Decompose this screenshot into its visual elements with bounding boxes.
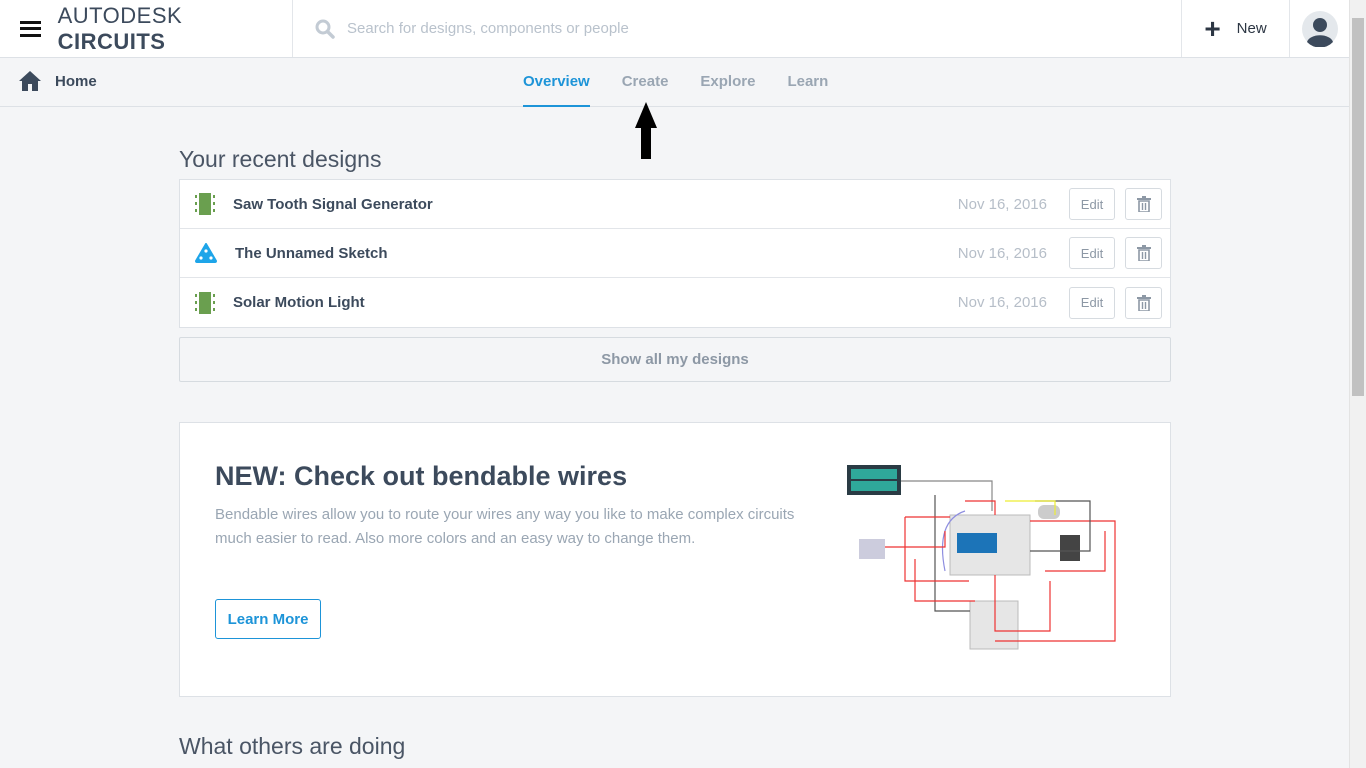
trash-icon [1136,245,1151,261]
trash-icon [1136,196,1151,212]
promo-card: NEW: Check out bendable wires Bendable w… [179,422,1171,697]
others-title: What others are doing [179,733,406,759]
delete-button[interactable] [1125,286,1162,319]
tab-explore[interactable]: Explore [700,58,755,107]
home-link[interactable]: Home [18,70,97,92]
edit-button[interactable]: Edit [1069,188,1115,220]
sub-navigation: Home Overview Create Explore Learn [0,58,1349,107]
logo-light: AUTODESK [57,2,183,28]
promo-description: Bendable wires allow you to route your w… [215,506,795,547]
breadboard-icon [195,291,215,314]
tab-create[interactable]: Create [622,58,669,107]
brand: AUTODESK CIRCUITS [0,0,293,57]
scrollbar-thumb[interactable] [1352,18,1364,396]
design-name[interactable]: Saw Tooth Signal Generator [233,196,958,213]
list-item[interactable]: The Unnamed Sketch Nov 16, 2016 Edit [180,229,1170,278]
avatar[interactable] [1290,0,1349,57]
search-icon [315,19,335,39]
design-name[interactable]: The Unnamed Sketch [235,245,958,262]
home-label: Home [55,72,97,90]
edit-button[interactable]: Edit [1069,286,1115,319]
list-item[interactable]: Saw Tooth Signal Generator Nov 16, 2016 … [180,180,1170,229]
home-icon [19,71,41,91]
breadboard-icon [195,193,215,215]
user-avatar-icon [1301,10,1338,47]
recent-designs-title: Your recent designs [179,146,382,172]
delete-button[interactable] [1125,188,1162,220]
top-bar: AUTODESK CIRCUITS + New [0,0,1349,58]
circuit-illustration [847,465,1116,650]
list-item[interactable]: Solar Motion Light Nov 16, 2016 Edit [180,278,1170,327]
sketch-triangle-icon [195,243,217,263]
edit-button[interactable]: Edit [1069,237,1115,269]
annotation-arrow-icon [635,102,657,159]
search-input[interactable] [347,20,947,37]
show-all-designs-button[interactable]: Show all my designs [179,337,1171,382]
hamburger-menu-icon[interactable] [20,20,41,37]
learn-more-button[interactable]: Learn More [215,599,321,639]
design-name[interactable]: Solar Motion Light [233,294,958,311]
tab-overview[interactable]: Overview [523,58,590,107]
scrollbar[interactable] [1349,0,1366,768]
plus-icon: + [1204,12,1221,44]
design-date: Nov 16, 2016 [957,244,1047,262]
design-date: Nov 16, 2016 [957,195,1047,213]
new-button[interactable]: + New [1182,0,1290,57]
trash-icon [1136,294,1151,311]
search-bar [293,0,1182,57]
logo-bold: CIRCUITS [57,28,166,54]
design-date: Nov 16, 2016 [957,294,1047,311]
tab-learn[interactable]: Learn [787,58,828,107]
recent-designs-list: Saw Tooth Signal Generator Nov 16, 2016 … [179,179,1171,328]
new-label: New [1236,20,1267,37]
delete-button[interactable] [1125,237,1162,269]
promo-title: NEW: Check out bendable wires [215,461,628,491]
logo[interactable]: AUTODESK CIRCUITS [58,3,292,55]
